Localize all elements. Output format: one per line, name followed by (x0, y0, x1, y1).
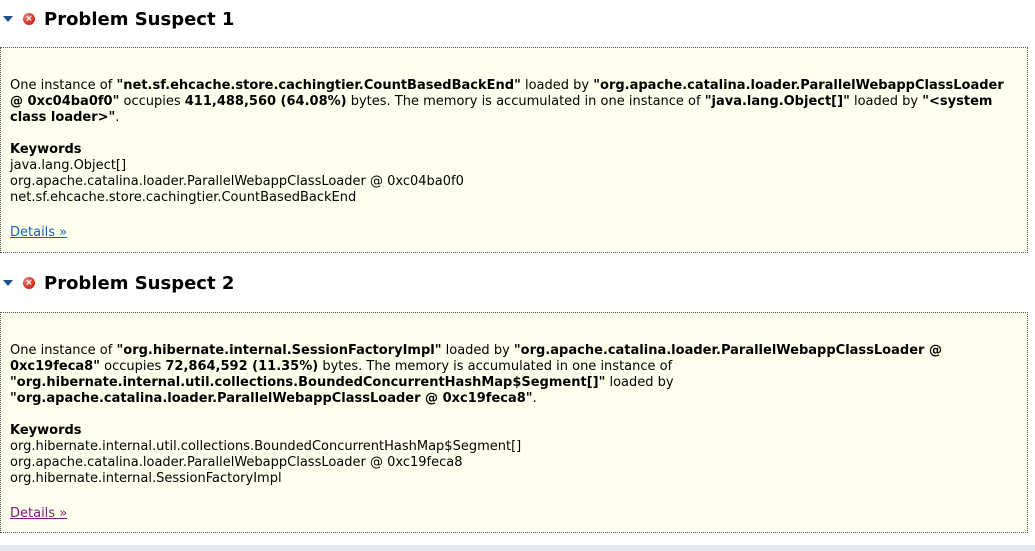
error-icon: × (23, 277, 35, 289)
suspect-1-header[interactable]: × Problem Suspect 1 (0, 3, 234, 35)
desc-text: loaded by (520, 78, 594, 93)
desc-text: loaded by (849, 94, 923, 109)
desc-text: loaded by (605, 375, 674, 390)
collapse-arrow-icon[interactable] (3, 16, 13, 22)
desc-text: . (532, 391, 537, 406)
keywords-heading: Keywords (10, 423, 82, 438)
report-page: × Problem Suspect 1 One instance of "net… (0, 0, 1035, 551)
desc-text: One instance of (10, 343, 117, 358)
suspect-1-description: One instance of "net.sf.ehcache.store.ca… (10, 78, 1019, 126)
desc-text: occupies (100, 359, 166, 374)
desc-class-name: "org.hibernate.internal.SessionFactoryIm… (116, 343, 442, 358)
keywords-list: org.hibernate.internal.util.collections.… (10, 439, 1019, 487)
suspect-2-header[interactable]: × Problem Suspect 2 (0, 267, 234, 299)
desc-accumulation-loader: "org.apache.catalina.loader.ParallelWeba… (10, 391, 533, 406)
desc-text: . (115, 110, 120, 125)
keyword-item: org.hibernate.internal.util.collections.… (10, 439, 522, 454)
keyword-item: org.apache.catalina.loader.ParallelWebap… (10, 455, 463, 470)
details-link[interactable]: Details » (10, 506, 67, 522)
suspect-2-title: Problem Suspect 2 (44, 272, 235, 294)
desc-text: loaded by (441, 343, 514, 358)
bottom-separator (0, 545, 1035, 551)
desc-text: bytes. The memory is accumulated in one … (346, 94, 705, 109)
desc-accumulation-class: "java.lang.Object[]" (704, 94, 850, 109)
desc-accumulation-class: "org.hibernate.internal.util.collections… (10, 375, 606, 390)
keyword-item: net.sf.ehcache.store.cachingtier.CountBa… (10, 190, 357, 205)
suspect-1-title: Problem Suspect 1 (44, 8, 235, 30)
desc-class-name: "net.sf.ehcache.store.cachingtier.CountB… (116, 78, 521, 93)
desc-text: occupies (119, 94, 185, 109)
suspect-1-panel: One instance of "net.sf.ehcache.store.ca… (0, 47, 1028, 253)
details-link[interactable]: Details » (10, 225, 67, 241)
keywords-list: java.lang.Object[] org.apache.catalina.l… (10, 158, 1019, 206)
keyword-item: java.lang.Object[] (10, 158, 127, 173)
keyword-item: org.apache.catalina.loader.ParallelWebap… (10, 174, 464, 189)
keyword-item: org.hibernate.internal.SessionFactoryImp… (10, 471, 282, 486)
error-icon: × (23, 13, 35, 25)
collapse-arrow-icon[interactable] (3, 280, 13, 286)
desc-retained-size: 411,488,560 (64.08%) (184, 94, 347, 109)
desc-text: bytes. The memory is accumulated in one … (318, 359, 673, 374)
desc-text: One instance of (10, 78, 117, 93)
keywords-heading: Keywords (10, 142, 82, 157)
desc-retained-size: 72,864,592 (11.35%) (165, 359, 319, 374)
suspect-2-description: One instance of "org.hibernate.internal.… (10, 343, 1019, 407)
suspect-2-panel: One instance of "org.hibernate.internal.… (0, 312, 1028, 533)
